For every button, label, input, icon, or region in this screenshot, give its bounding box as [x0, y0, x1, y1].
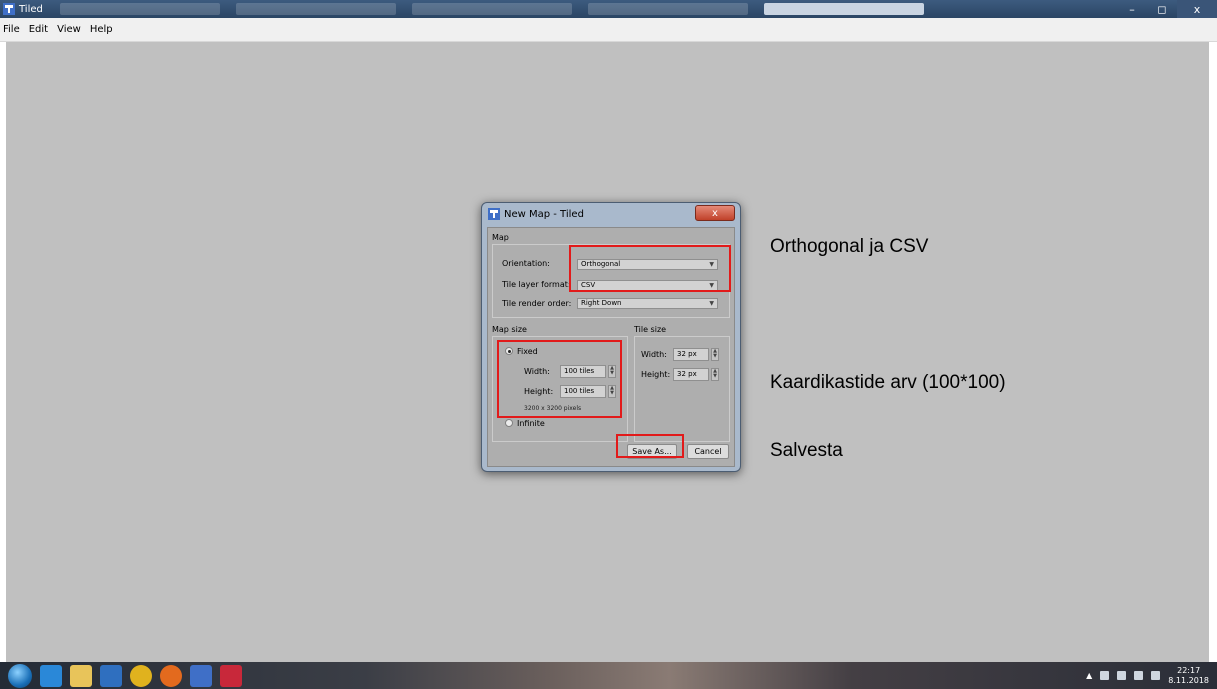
tile-render-order-select[interactable]: Right Down ▼ [577, 298, 718, 309]
tiled-logo-icon [488, 208, 500, 220]
close-button[interactable]: x [1177, 0, 1217, 18]
background-tab-active[interactable] [764, 3, 924, 15]
dialog-titlebar[interactable]: New Map - Tiled x [482, 203, 740, 225]
tile-render-order-label: Tile render order: [502, 299, 572, 308]
dialog-close-button[interactable]: x [695, 205, 735, 221]
map-size-group-label: Map size [492, 325, 527, 334]
background-browser-tabs [60, 3, 940, 15]
tiled-taskbar-icon[interactable] [190, 665, 212, 687]
tray-expand-icon[interactable]: ▲ [1086, 671, 1092, 680]
annotation-save: Salvesta [770, 440, 843, 461]
background-tab[interactable] [236, 3, 396, 15]
menu-edit[interactable]: Edit [29, 24, 48, 35]
annotation-orientation: Orthogonal ja CSV [770, 236, 929, 257]
cancel-button[interactable]: Cancel [687, 444, 729, 459]
network-icon[interactable] [1134, 671, 1144, 680]
clock-time: 22:17 [1177, 665, 1201, 675]
map-group-label: Map [492, 233, 509, 242]
outlook-icon[interactable] [100, 665, 122, 687]
menu-file[interactable]: File [3, 24, 20, 35]
tiled-logo-icon [3, 3, 15, 15]
tile-width-input[interactable]: 32 px [673, 348, 709, 361]
app-title: Tiled [3, 1, 43, 17]
start-button[interactable] [8, 664, 32, 688]
tile-height-stepper[interactable]: ▲ ▼ [711, 368, 719, 381]
flag-icon[interactable] [1100, 671, 1110, 680]
tile-render-order-value: Right Down [581, 299, 622, 307]
firefox-icon[interactable] [160, 665, 182, 687]
annotation-map-size: Kaardikastide arv (100*100) [770, 372, 1006, 393]
file-explorer-icon[interactable] [70, 665, 92, 687]
window-controls: – ◻ x [1117, 0, 1217, 18]
internet-explorer-icon[interactable] [40, 665, 62, 687]
maximize-button[interactable]: ◻ [1147, 0, 1177, 18]
highlight-orientation-format [569, 245, 731, 292]
menubar: File Edit View Help [0, 18, 1217, 42]
background-tab[interactable] [412, 3, 572, 15]
infinite-radio[interactable] [505, 419, 513, 427]
app-title-text: Tiled [19, 3, 43, 15]
menu-view[interactable]: View [57, 24, 81, 35]
minimize-button[interactable]: – [1117, 0, 1147, 18]
tile-height-label: Height: [641, 370, 671, 379]
tile-width-label: Width: [641, 350, 667, 359]
tile-width-stepper[interactable]: ▲ ▼ [711, 348, 719, 361]
chrome-icon[interactable] [130, 665, 152, 687]
orientation-label: Orientation: [502, 259, 550, 268]
infinite-label: Infinite [517, 419, 545, 428]
volume-icon[interactable] [1151, 671, 1161, 680]
tile-height-input[interactable]: 32 px [673, 368, 709, 381]
tile-size-group-label: Tile size [634, 325, 667, 334]
background-tab[interactable] [588, 3, 748, 15]
system-tray: ▲ 22:17 8.11.2018 [1086, 662, 1209, 689]
clock[interactable]: 22:17 8.11.2018 [1168, 666, 1209, 686]
highlight-save-as [616, 434, 684, 458]
clock-date: 8.11.2018 [1168, 675, 1209, 685]
taskbar: ▲ 22:17 8.11.2018 [0, 662, 1217, 689]
window-titlebar: Tiled – ◻ x [0, 0, 1217, 18]
dialog-title: New Map - Tiled [504, 208, 584, 220]
new-map-dialog: New Map - Tiled x Map Orientation: Ortho… [481, 202, 741, 472]
menu-help[interactable]: Help [90, 24, 113, 35]
snipping-tool-icon[interactable] [220, 665, 242, 687]
chevron-down-icon: ▼ [709, 300, 714, 307]
tile-layer-format-label: Tile layer format: [502, 280, 571, 289]
background-tab[interactable] [60, 3, 220, 15]
battery-icon[interactable] [1117, 671, 1127, 680]
highlight-map-size [497, 340, 622, 418]
